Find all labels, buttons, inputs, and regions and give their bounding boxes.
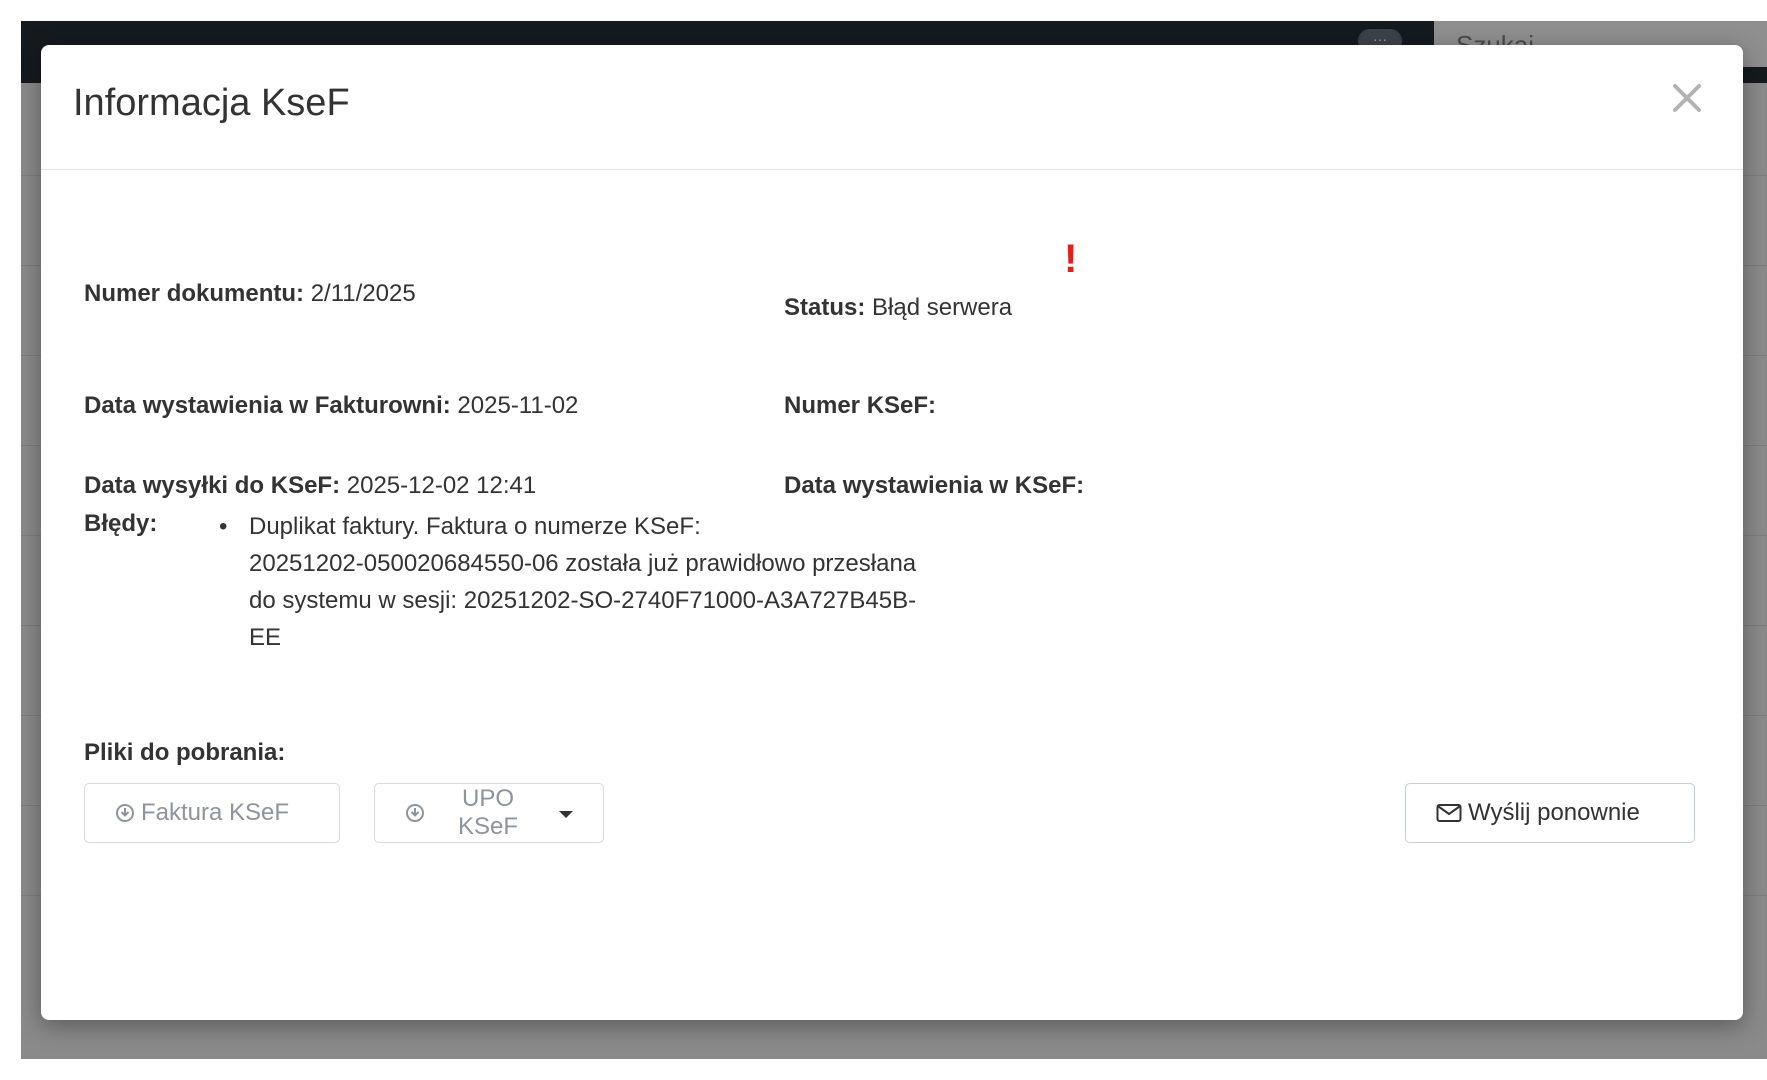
issue-date-ksef-label: Data wystawienia w KSeF: xyxy=(784,472,1085,499)
ksef-info-modal: Informacja KseF Numer dokumentu: 2/11/20… xyxy=(41,45,1743,1020)
modal-title: Informacja KseF xyxy=(73,82,350,124)
document-number-value: 2/11/2025 xyxy=(310,280,416,307)
downloads-label: Pliki do pobrania: xyxy=(84,739,286,766)
document-number-field: Numer dokumentu: 2/11/2025 xyxy=(84,279,416,309)
download-faktura-ksef-button[interactable]: Faktura KSeF xyxy=(84,783,340,843)
error-item: • Duplikat faktury. Faktura o numerze KS… xyxy=(219,508,1009,656)
close-button[interactable] xyxy=(1665,71,1709,121)
issue-date-fakturownia-field: Data wystawienia w Fakturowni: 2025-11-0… xyxy=(84,391,578,421)
errors-label: Błędy: xyxy=(84,510,158,537)
status-field: Status: Błąd serwera xyxy=(784,293,1012,323)
error-text-line: Duplikat faktury. Faktura o numerze KSeF… xyxy=(249,513,701,540)
caret-down-icon xyxy=(559,811,573,818)
resend-label: Wyślij ponownie xyxy=(1468,799,1640,826)
download-upo-ksef-label: UPO KSeF xyxy=(457,785,519,840)
issue-date-fakturownia-label: Data wystawienia w Fakturowni: xyxy=(84,392,451,419)
error-text-line: do systemu w sesji: 20251202-SO-2740F710… xyxy=(249,587,917,614)
error-text-line: 20251202-050020684550-06 została już pra… xyxy=(249,550,917,577)
status-label: Status: xyxy=(784,294,866,321)
send-date-ksef-field: Data wysyłki do KSeF: 2025-12-02 12:41 xyxy=(84,471,536,501)
ksef-number-field: Numer KSeF: xyxy=(784,391,936,421)
download-faktura-ksef-label: Faktura KSeF xyxy=(141,799,290,826)
close-icon xyxy=(1673,84,1701,112)
envelope-icon xyxy=(1436,803,1462,823)
error-text-line: EE xyxy=(249,624,282,651)
status-value: Błąd serwera xyxy=(872,294,1013,321)
resend-button[interactable]: Wyślij ponownie xyxy=(1405,783,1695,843)
send-date-ksef-label: Data wysyłki do KSeF: xyxy=(84,472,341,499)
download-upo-ksef-dropdown[interactable]: UPO KSeF xyxy=(374,783,604,843)
issue-date-fakturownia-value: 2025-11-02 xyxy=(457,392,579,419)
download-icon xyxy=(115,803,135,823)
issue-date-ksef-field: Data wystawienia w KSeF: xyxy=(784,471,1084,501)
ksef-number-label: Numer KSeF: xyxy=(784,392,937,419)
bullet-icon: • xyxy=(219,513,228,540)
status-alert-icon: ! xyxy=(1064,237,1078,281)
send-date-ksef-value: 2025-12-02 12:41 xyxy=(346,472,537,499)
document-number-label: Numer dokumentu: xyxy=(84,280,305,307)
errors-list: • Duplikat faktury. Faktura o numerze KS… xyxy=(219,508,1009,656)
download-icon xyxy=(405,803,425,823)
modal-header: Informacja KseF xyxy=(41,45,1743,170)
